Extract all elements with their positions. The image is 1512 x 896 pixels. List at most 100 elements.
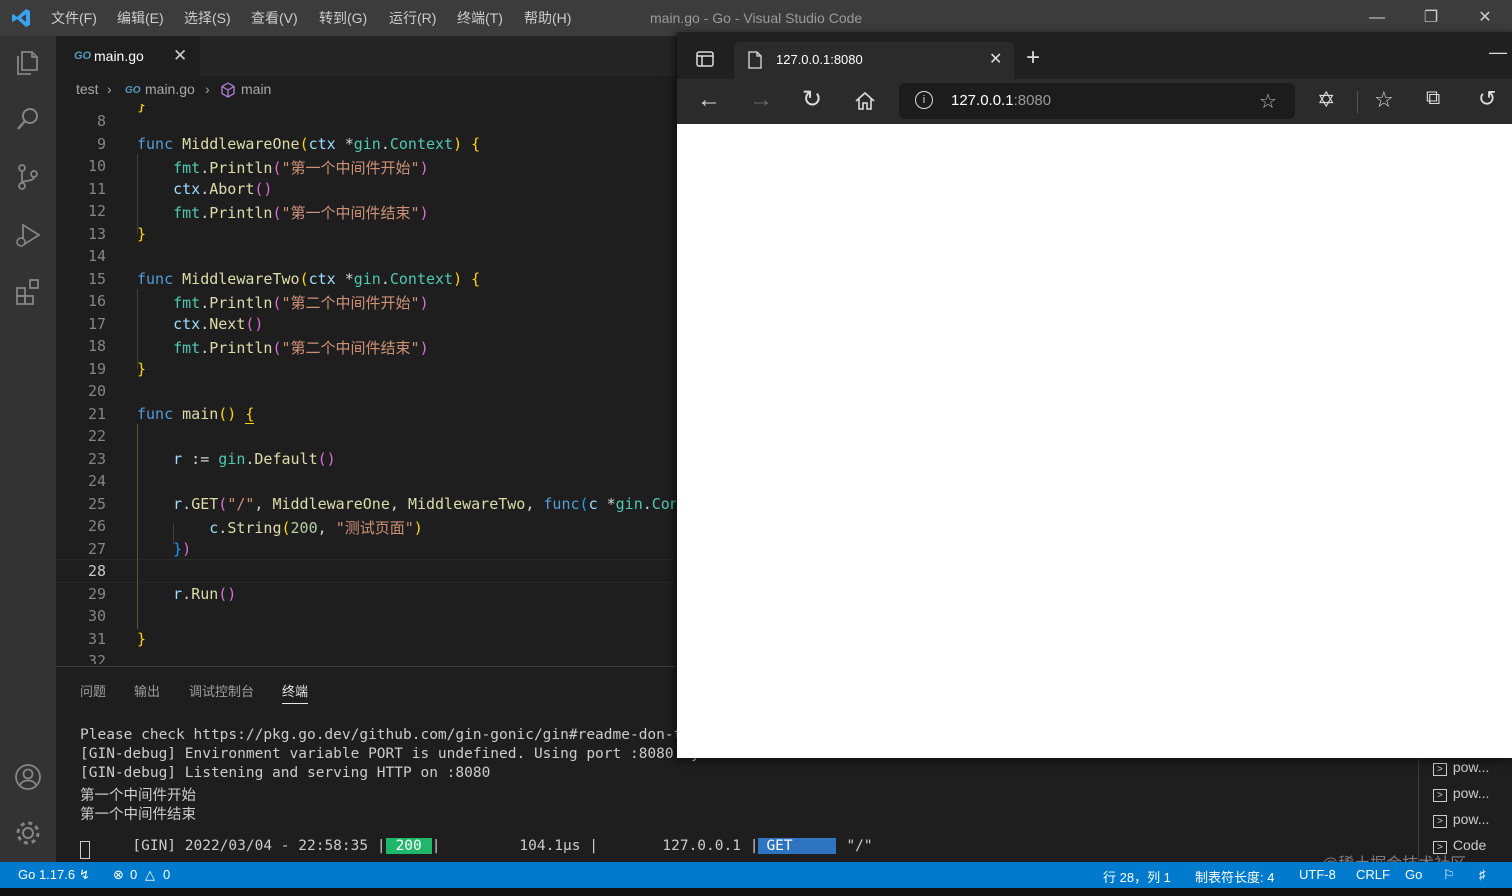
terminal-instance[interactable]: > pow... <box>1433 811 1490 828</box>
history-icon[interactable]: ↺ <box>1478 86 1496 112</box>
breadcrumb-symbol[interactable]: main <box>241 81 271 97</box>
tab-main-go[interactable]: GO main.go ✕ <box>56 36 200 77</box>
vscode-logo-icon <box>12 9 30 27</box>
source-control-icon[interactable] <box>13 162 43 192</box>
menu-run[interactable]: 运行(R) <box>389 0 436 36</box>
line-number: 29 <box>87 585 106 603</box>
taskbar-strip <box>0 888 1512 896</box>
account-icon[interactable] <box>13 762 43 792</box>
line-number-current: 28 <box>87 562 106 580</box>
minimize-icon[interactable]: — <box>1354 0 1400 36</box>
go-version[interactable]: Go 1.17.6 <box>18 867 75 882</box>
line-number: 14 <box>87 247 106 265</box>
minimize-icon[interactable]: — <box>1489 42 1507 63</box>
indentation[interactable]: 制表符长度: 4 <box>1195 867 1274 886</box>
refresh-icon[interactable]: ↻ <box>802 85 822 114</box>
line-number: 8 <box>96 112 106 130</box>
line-ending[interactable]: CRLF <box>1356 867 1390 882</box>
tab-debug-console[interactable]: 调试控制台 <box>189 681 254 700</box>
notifications-bell-icon[interactable]: ♯ <box>1479 867 1486 882</box>
go-file-icon: GO <box>74 50 92 62</box>
line-number: 9 <box>96 135 106 153</box>
settings-gear-icon[interactable] <box>13 818 43 848</box>
code-line: fmt.Println("第一个中间件结束") <box>173 204 429 222</box>
new-tab-icon[interactable]: + <box>1026 44 1040 72</box>
run-debug-icon[interactable] <box>13 220 43 250</box>
warning-count[interactable]: 0 <box>163 867 170 882</box>
page-icon <box>748 51 762 69</box>
home-icon[interactable] <box>854 91 876 111</box>
browser-tab[interactable]: 127.0.0.1:8080 ✕ <box>734 42 1014 79</box>
breadcrumb-file[interactable]: main.go <box>145 81 195 97</box>
line-number: 20 <box>87 382 106 400</box>
terminal-instance-label: pow... <box>1452 811 1490 827</box>
menu-help[interactable]: 帮助(H) <box>524 0 571 36</box>
menu-file[interactable]: 文件(F) <box>51 0 97 36</box>
menu-go[interactable]: 转到(G) <box>319 0 367 36</box>
tab-label: main.go <box>94 48 144 64</box>
terminal-instance[interactable]: > pow... <box>1433 785 1489 802</box>
terminal-line: [GIN-debug] Listening and serving HTTP o… <box>80 765 491 781</box>
code-line: }) <box>173 540 192 558</box>
feedback-icon[interactable]: ⚐ <box>1443 867 1455 883</box>
collections-icon[interactable]: ⧉ <box>1426 87 1440 110</box>
code-line: } <box>137 360 147 378</box>
address-bar[interactable]: i 127.0.0.1:8080 ☆ <box>899 83 1295 119</box>
restore-icon[interactable]: ❐ <box>1408 0 1454 36</box>
close-tab-icon[interactable]: ✕ <box>173 46 187 66</box>
chevron-right-icon: › <box>205 81 210 97</box>
extensions-icon[interactable] <box>13 276 43 306</box>
explorer-icon[interactable] <box>13 48 43 78</box>
code-line: func MiddlewareOne(ctx *gin.Context) { <box>137 135 481 153</box>
line-number: 30 <box>87 607 106 625</box>
forward-arrow-icon[interactable]: → <box>749 86 773 114</box>
menu-view[interactable]: 查看(V) <box>251 0 298 36</box>
code-line: func main() { <box>137 405 255 424</box>
line-number: 23 <box>87 450 106 468</box>
editor-tabs: GO main.go ✕ <box>56 36 676 77</box>
extensions-icon[interactable]: ✡ <box>1317 87 1335 113</box>
favorites-icon[interactable]: ☆ <box>1374 87 1394 113</box>
tab-problems[interactable]: 问题 <box>80 681 106 700</box>
code-line: r.Run() <box>173 585 237 603</box>
code-line: ctx.Next() <box>173 315 264 333</box>
browser-page-content[interactable] <box>677 124 1512 758</box>
add-favorite-icon[interactable]: ☆ <box>1259 89 1277 114</box>
line-number: 17 <box>87 315 106 333</box>
breadcrumb-folder[interactable]: test <box>76 81 99 97</box>
terminal-line: 第一个中间件结束 <box>80 807 196 823</box>
log-latency: 104.1µs <box>519 838 581 854</box>
current-line-highlight <box>56 559 676 583</box>
menu-edit[interactable]: 编辑(E) <box>117 0 164 36</box>
line-number: 31 <box>87 630 106 648</box>
close-tab-icon[interactable]: ✕ <box>989 49 1002 69</box>
search-icon[interactable] <box>13 104 43 134</box>
terminal-icon: > <box>1433 763 1447 776</box>
log-path: "/" <box>846 838 873 854</box>
tab-terminal[interactable]: 终端 <box>282 681 309 704</box>
log-prefix: [GIN] 2022/03/04 - 22:58:35 | <box>132 838 386 854</box>
warning-icon[interactable]: △ <box>145 867 155 883</box>
code-line: fmt.Println("第二个中间件开始") <box>173 294 429 312</box>
error-icon[interactable]: ⊗ <box>113 867 124 883</box>
site-info-icon[interactable]: i <box>915 91 933 109</box>
menu-terminal[interactable]: 终端(T) <box>457 0 503 36</box>
tab-output[interactable]: 输出 <box>134 681 160 700</box>
terminal-instance[interactable]: > pow... <box>1433 759 1490 776</box>
terminal-line: Please check https://pkg.go.dev/github.c… <box>80 727 683 743</box>
close-window-icon[interactable]: ✕ <box>1462 0 1508 36</box>
menu-selection[interactable]: 选择(S) <box>184 0 231 36</box>
terminal-instance-label: pow... <box>1452 759 1490 775</box>
line-number: 12 <box>87 202 106 220</box>
line-number: 24 <box>87 472 106 490</box>
breadcrumb: test › GO main.go › main <box>56 76 676 104</box>
cursor-position[interactable]: 行 28，列 1 <box>1103 867 1171 886</box>
back-arrow-icon[interactable]: ← <box>697 86 721 114</box>
tab-actions-icon[interactable] <box>696 50 714 68</box>
error-count[interactable]: 0 <box>130 867 137 882</box>
url-text: 127.0.0.1:8080 <box>951 92 1052 109</box>
code-line: } <box>137 630 147 648</box>
code-editor[interactable]: } 8 9 10 11 12 13 14 15 16 17 18 19 20 2… <box>56 104 676 664</box>
encoding[interactable]: UTF-8 <box>1299 867 1336 882</box>
language-mode[interactable]: Go <box>1405 867 1422 882</box>
